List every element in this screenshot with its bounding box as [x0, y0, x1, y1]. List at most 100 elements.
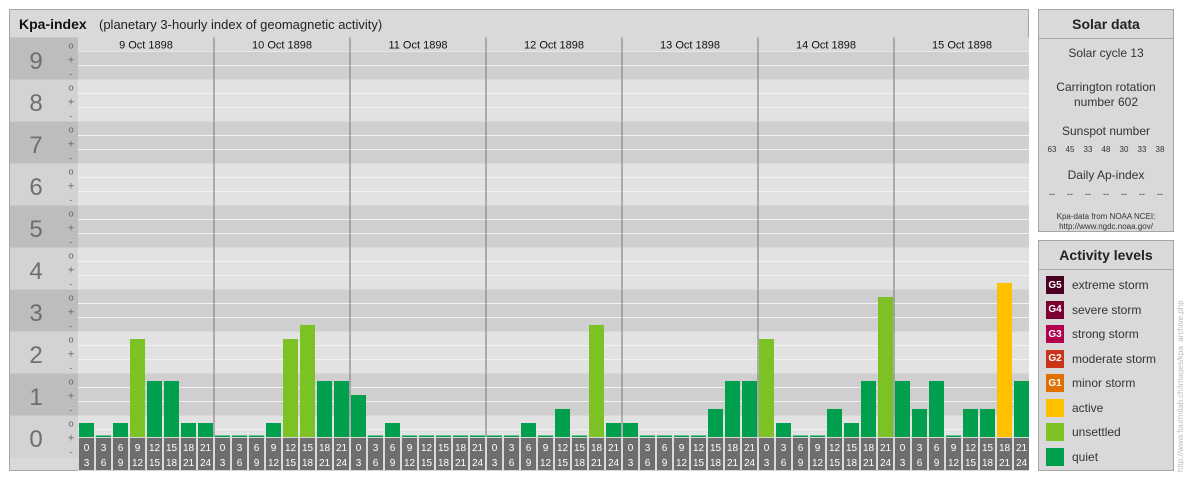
interval-start-label: 9: [135, 443, 141, 454]
y-sub-mark: o: [68, 126, 74, 136]
interval-end-label: 18: [982, 458, 994, 469]
interval-start-label: 18: [455, 443, 467, 454]
interval-start-label: 15: [982, 443, 994, 454]
y-sub-mark: -: [69, 406, 72, 416]
y-sub-mark: +: [67, 434, 75, 444]
day-label: 13 Oct 1898: [660, 40, 720, 52]
interval-start-label: 6: [662, 443, 668, 454]
legend-item: G3 strong storm: [1046, 324, 1139, 344]
legend-label: quiet: [1072, 449, 1099, 464]
kp-bar: [759, 339, 774, 437]
y-level-label: 4: [29, 258, 42, 285]
interval-start-label: 18: [727, 443, 739, 454]
interval-end-label: 24: [472, 458, 484, 469]
y-sub-mark: +: [67, 140, 75, 150]
interval-end-label: 15: [557, 458, 569, 469]
interval-start-label: 21: [336, 443, 348, 454]
kp-bar: [419, 435, 434, 437]
sunspot-value: 33: [1083, 145, 1093, 154]
ap-value: --: [1157, 189, 1163, 199]
interval-start-label: 9: [679, 443, 685, 454]
interval-end-label: 21: [999, 458, 1011, 469]
interval-end-label: 18: [846, 458, 858, 469]
kp-bar: [198, 423, 213, 437]
interval-start-label: 15: [166, 443, 178, 454]
interval-end-label: 3: [628, 458, 634, 469]
interval-start-label: 12: [693, 443, 705, 454]
solar-panel-title: Solar data: [1039, 10, 1173, 39]
day-label: 15 Oct 1898: [932, 40, 992, 52]
interval-start-label: 3: [781, 443, 787, 454]
interval-start-label: 12: [829, 443, 841, 454]
interval-start-label: 3: [237, 443, 243, 454]
interval-start-label: 18: [863, 443, 875, 454]
y-sub-mark: +: [67, 224, 75, 234]
interval-start-label: 21: [472, 443, 484, 454]
y-level-label: 5: [29, 216, 42, 243]
interval-end-label: 18: [438, 458, 450, 469]
kp-bar: [963, 408, 978, 437]
interval-end-label: 9: [934, 458, 940, 469]
interval-start-label: 12: [285, 443, 297, 454]
interval-start-label: 3: [917, 443, 923, 454]
interval-start-label: 9: [271, 443, 277, 454]
legend-swatch: G3: [1046, 325, 1064, 343]
interval-end-label: 24: [336, 458, 348, 469]
interval-end-label: 15: [421, 458, 433, 469]
kp-bar: [385, 423, 400, 437]
interval-end-label: 9: [390, 458, 396, 469]
interval-start-label: 6: [934, 443, 940, 454]
kp-bar: [946, 435, 961, 437]
y-sub-mark: -: [69, 364, 72, 374]
interval-end-label: 6: [509, 458, 515, 469]
interval-end-label: 21: [727, 458, 739, 469]
y-sub-mark: o: [68, 42, 74, 52]
day-label: 9 Oct 1898: [119, 40, 173, 52]
ap-value: --: [1067, 189, 1073, 199]
kp-bar: [606, 423, 621, 437]
interval-start-label: 0: [492, 443, 498, 454]
interval-end-label: 24: [1016, 458, 1028, 469]
interval-end-label: 9: [526, 458, 532, 469]
interval-end-label: 9: [798, 458, 804, 469]
kp-bar: [980, 408, 995, 437]
ap-title: Daily Ap-index: [1067, 168, 1145, 182]
interval-end-label: 12: [132, 458, 144, 469]
legend-label: strong storm: [1072, 327, 1139, 341]
interval-end-label: 21: [455, 458, 467, 469]
interval-start-label: 18: [319, 443, 331, 454]
interval-start-label: 21: [1016, 443, 1028, 454]
interval-start-label: 9: [407, 443, 413, 454]
interval-start-label: 6: [798, 443, 804, 454]
legend-swatch: G5: [1046, 276, 1064, 294]
interval-end-label: 12: [676, 458, 688, 469]
interval-start-label: 21: [608, 443, 620, 454]
kp-bar: [453, 435, 468, 437]
kp-bar: [657, 435, 672, 437]
level-band: [78, 163, 1029, 206]
data-credit-link[interactable]: http://www.ngdc.noaa.gov/: [1039, 222, 1173, 232]
kp-bar: [317, 381, 332, 437]
y-level-label: 3: [29, 300, 42, 327]
sunspot-values: 63 45 33 48 30 33 38: [1039, 145, 1173, 154]
y-sub-mark: -: [69, 112, 72, 122]
interval-end-label: 21: [319, 458, 331, 469]
interval-start-label: 18: [591, 443, 603, 454]
level-band: [78, 205, 1029, 248]
kp-bar: [504, 435, 519, 437]
interval-end-label: 3: [764, 458, 770, 469]
y-level-label: 7: [29, 132, 42, 159]
y-level-label: 6: [29, 174, 42, 201]
interval-start-label: 21: [880, 443, 892, 454]
kp-bar: [487, 435, 502, 437]
interval-start-label: 0: [356, 443, 362, 454]
interval-end-label: 15: [149, 458, 161, 469]
interval-end-label: 3: [220, 458, 226, 469]
y-sub-mark: +: [67, 308, 75, 318]
interval-end-label: 9: [118, 458, 124, 469]
activity-panel-title: Activity levels: [1039, 241, 1173, 270]
kp-bar: [232, 435, 247, 437]
y-sub-mark: o: [68, 84, 74, 94]
source-watermark: http://www.fourmilab.ch/images/kpa_archi…: [1176, 300, 1184, 472]
interval-start-label: 12: [557, 443, 569, 454]
